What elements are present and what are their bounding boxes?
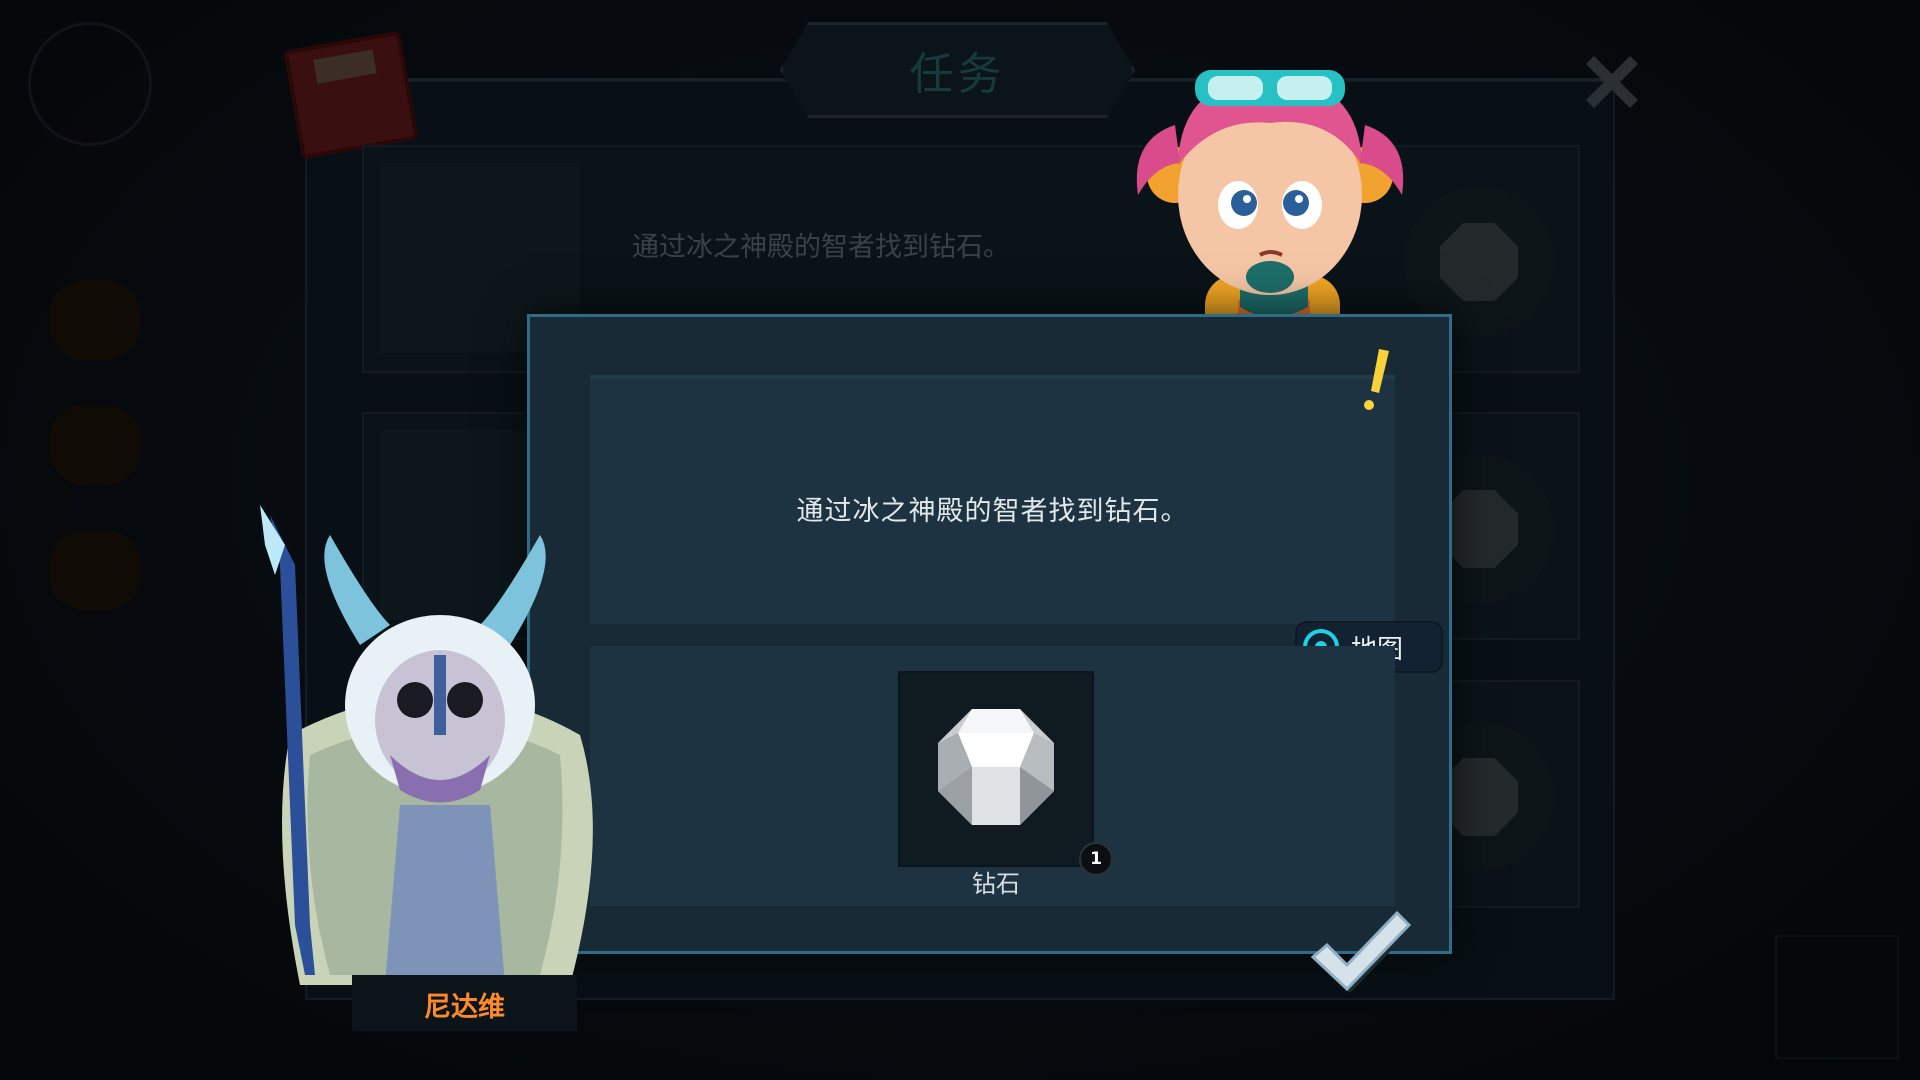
exclamation-icon [1364, 349, 1389, 410]
reward-item-slot[interactable] [898, 671, 1094, 867]
npc-portrait [260, 505, 593, 985]
sidebar-item [50, 530, 140, 610]
npc-name: 尼达维 [424, 992, 505, 1023]
corner-button [1775, 935, 1899, 1059]
book-icon [283, 30, 419, 160]
window-title: 任务 [909, 49, 1006, 100]
sidebar-badge [28, 22, 152, 146]
confirm-checkmark-button[interactable] [1305, 905, 1415, 1000]
window-title-plate: 任务 [780, 22, 1135, 118]
close-icon[interactable] [1576, 46, 1648, 118]
sidebar-item [50, 405, 140, 485]
sidebar-item [50, 280, 140, 360]
reward-item-name: 钻石 [972, 870, 1020, 898]
quest-description-panel: 通过冰之神殿的智者找到钻石。 地图 [590, 375, 1443, 673]
quest-description: 通过冰之神殿的智者找到钻石。 [796, 496, 1189, 527]
task-row-text: 通过冰之神殿的智者找到钻石。 [632, 232, 1010, 263]
reward-panel: 1 钻石 [590, 646, 1395, 906]
diamond-icon [938, 709, 1054, 825]
quest-dialog: 通过冰之神殿的智者找到钻石。 地图 1 钻石 [527, 314, 1452, 954]
